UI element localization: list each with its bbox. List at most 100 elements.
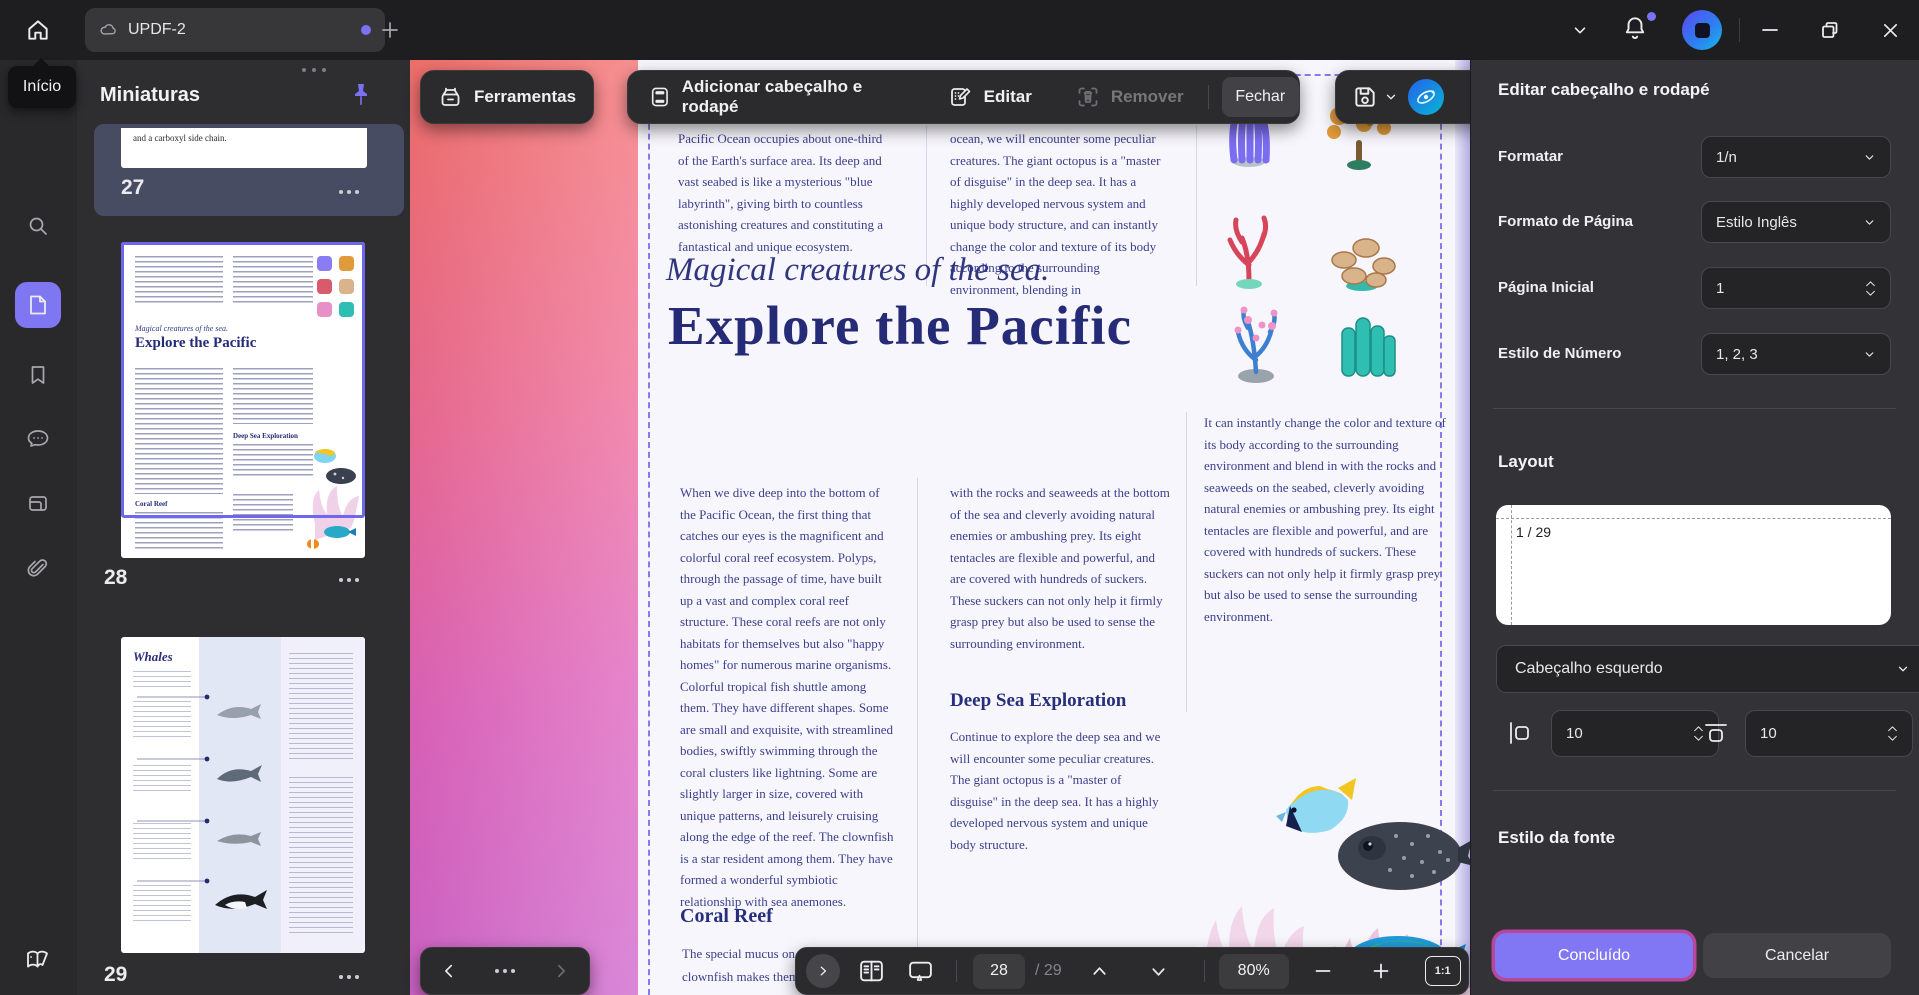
- new-tab-button[interactable]: [372, 12, 408, 48]
- pin-panel-button[interactable]: [349, 82, 373, 108]
- comments-button[interactable]: [15, 416, 61, 462]
- search-button[interactable]: [15, 203, 61, 249]
- unsaved-indicator-dot: [361, 25, 371, 35]
- next-page-icon[interactable]: [552, 962, 570, 980]
- page-29-thumbnail[interactable]: Whales: [121, 637, 365, 953]
- expand-toolbar-button[interactable]: [806, 954, 840, 988]
- header-footer-page-icon: [651, 87, 668, 107]
- home-icon: [28, 20, 48, 40]
- save-icon[interactable]: [1352, 84, 1378, 110]
- pdf-page[interactable]: Pacific Ocean occupies about one-third o…: [638, 60, 1470, 995]
- titlebar: UPDF-2: [0, 0, 1919, 60]
- header-position-dropdown[interactable]: Cabeçalho esquerdo: [1496, 645, 1919, 693]
- left-margin-guide[interactable]: [648, 74, 650, 995]
- toolbar-divider: [1203, 960, 1205, 982]
- butterflyfish: [1276, 778, 1356, 833]
- edit-button[interactable]: Editar: [949, 85, 1032, 109]
- reader-mode-icon: [27, 950, 48, 968]
- actual-size-button[interactable]: 1:1: [1424, 956, 1461, 986]
- thumbnails-panel-title: Miniaturas: [100, 84, 201, 106]
- reading-layout-button[interactable]: [858, 958, 885, 984]
- tools-button[interactable]: Ferramentas: [420, 70, 594, 124]
- sponge-teal: [1341, 317, 1396, 377]
- page-28-thumbnail[interactable]: Magical creatures of the sea. Explore th…: [121, 242, 365, 558]
- font-style-section-label: Estilo da fonte: [1498, 828, 1616, 847]
- menu-collapse-button[interactable]: [1562, 12, 1598, 48]
- page-27-thumbnail[interactable]: and a carboxyl side chain.: [121, 128, 367, 168]
- bookmarks-button[interactable]: [15, 352, 61, 398]
- mini-whale-art: [137, 694, 267, 909]
- page-29-more-button[interactable]: [339, 975, 359, 979]
- stepper-arrows[interactable]: [1865, 280, 1876, 297]
- zoom-out-button[interactable]: [1313, 961, 1333, 981]
- avatar-glyph: [1694, 22, 1710, 38]
- start-page-stepper[interactable]: 1: [1701, 267, 1891, 309]
- toolbar-divider: [956, 960, 957, 982]
- close-icon: [1883, 23, 1897, 37]
- tools-label: Ferramentas: [473, 87, 577, 106]
- next-page-button[interactable]: [1149, 962, 1168, 981]
- top-margin-input[interactable]: 10: [1745, 710, 1913, 757]
- current-page-input[interactable]: 28: [973, 953, 1025, 989]
- previous-page-button[interactable]: [1090, 962, 1109, 981]
- thumbnails-panel-button[interactable]: [15, 282, 61, 328]
- page-format-dropdown[interactable]: Estilo Inglês: [1701, 201, 1891, 243]
- comment-icon: [27, 430, 49, 447]
- reader-mode-button[interactable]: [15, 936, 61, 982]
- zoom-level-input[interactable]: 80%: [1218, 953, 1289, 989]
- account-avatar[interactable]: [1682, 10, 1722, 50]
- actual-size-label: 1:1: [1434, 965, 1451, 977]
- format-value: 1/n: [1716, 148, 1737, 166]
- restore-button[interactable]: [1812, 12, 1848, 48]
- presentation-icon: [909, 961, 932, 981]
- thumbnail-row-27[interactable]: and a carboxyl side chain. 27: [94, 124, 404, 216]
- mini-more-button[interactable]: [494, 969, 515, 973]
- document-viewport[interactable]: Pacific Ocean occupies about one-third o…: [410, 60, 1470, 995]
- panel-drag-handle[interactable]: [302, 68, 326, 72]
- left-margin-input[interactable]: 10: [1551, 710, 1719, 757]
- titlebar-divider: [1739, 18, 1740, 42]
- column-divider: [1196, 126, 1197, 286]
- mini-deep-heading: Deep Sea Exploration: [233, 432, 298, 440]
- page-28-more-button[interactable]: [339, 578, 359, 582]
- page-format-value: Estilo Inglês: [1716, 213, 1797, 231]
- top-margin-value: 10: [1760, 725, 1777, 742]
- preview-margin-guide: [1511, 505, 1512, 625]
- notifications-button[interactable]: [1622, 12, 1656, 46]
- minimize-icon: [1762, 29, 1778, 31]
- header-footer-toolbar: Adicionar cabeçalho e rodapé Editar Remo…: [627, 70, 1300, 124]
- done-button[interactable]: Concluído: [1495, 933, 1693, 978]
- edit-pencil-icon: [950, 88, 970, 106]
- save-options-chevron-icon[interactable]: [1384, 90, 1398, 104]
- add-header-footer-button[interactable]: Adicionar cabeçalho e rodapé: [650, 77, 899, 117]
- doc-col1-top: Pacific Ocean occupies about one-third o…: [678, 131, 884, 254]
- page-27-more-button[interactable]: [339, 190, 359, 194]
- close-header-footer-button[interactable]: Fechar: [1221, 77, 1300, 117]
- cancel-button[interactable]: Cancelar: [1703, 933, 1891, 978]
- paperclip-icon: [27, 559, 48, 577]
- panel-title: Editar cabeçalho e rodapé: [1498, 80, 1710, 99]
- cancel-label: Cancelar: [1764, 946, 1830, 964]
- attachments-button[interactable]: [15, 480, 61, 526]
- stepper-arrows[interactable]: [1887, 725, 1898, 742]
- ai-assistant-button[interactable]: [1408, 79, 1444, 115]
- zoom-in-button[interactable]: [1371, 961, 1391, 981]
- bookmark-icon: [31, 366, 45, 384]
- minimize-button[interactable]: [1752, 12, 1788, 48]
- prev-page-icon[interactable]: [440, 962, 458, 980]
- paperclip-button[interactable]: [15, 546, 61, 592]
- document-tab[interactable]: UPDF-2: [85, 8, 385, 52]
- home-button[interactable]: [14, 6, 62, 54]
- layout-preview[interactable]: 1 / 29: [1496, 505, 1891, 625]
- mini-fish-art: [307, 449, 359, 549]
- start-page-value: 1: [1716, 279, 1725, 297]
- doc-subtitle: Magical creatures of the sea.: [666, 252, 1050, 288]
- format-dropdown[interactable]: 1/n: [1701, 136, 1891, 178]
- preview-header-text: 1 / 29: [1516, 524, 1552, 540]
- column-divider: [1186, 412, 1187, 712]
- remove-button[interactable]: Remover: [1076, 85, 1184, 109]
- close-window-button[interactable]: [1872, 12, 1908, 48]
- presentation-button[interactable]: [907, 958, 934, 984]
- number-style-dropdown[interactable]: 1, 2, 3: [1701, 333, 1891, 375]
- chevron-down-icon: [1574, 27, 1586, 34]
